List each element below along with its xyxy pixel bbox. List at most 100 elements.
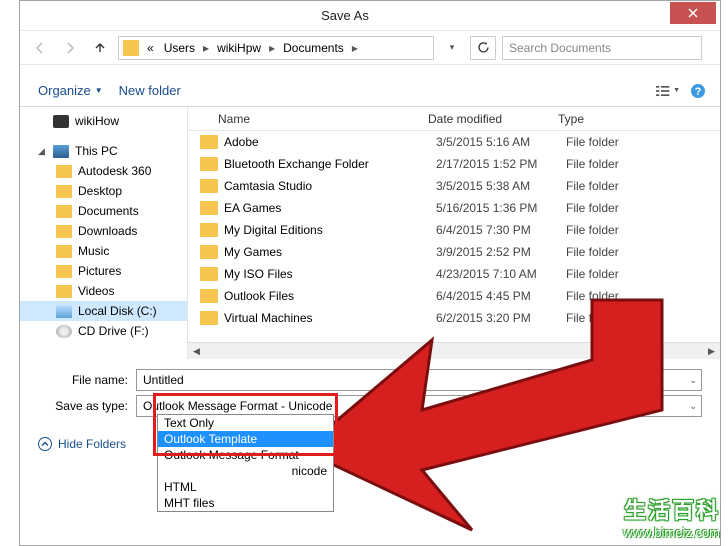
file-pane: Name Date modified Type Adobe3/5/2015 5:…: [188, 107, 720, 359]
form-area: File name: Untitled⌄ Save as type: Outlo…: [20, 359, 720, 427]
folder-icon: [56, 265, 72, 278]
column-date[interactable]: Date modified: [428, 112, 558, 126]
dropdown-option-obscured[interactable]: nicode: [158, 463, 333, 479]
watermark: 生活百科 www.bimeiz.com: [623, 493, 720, 540]
column-headers: Name Date modified Type: [188, 107, 720, 131]
file-row[interactable]: My Games3/9/2015 2:52 PMFile folder: [188, 241, 720, 263]
dropdown-option[interactable]: HTML: [158, 479, 333, 495]
filename-input[interactable]: Untitled⌄: [136, 369, 702, 391]
file-row[interactable]: Outlook Files6/4/2015 4:45 PMFile folder: [188, 285, 720, 307]
file-row[interactable]: Bluetooth Exchange Folder2/17/2015 1:52 …: [188, 153, 720, 175]
sidebar-item-documents[interactable]: Documents: [20, 201, 187, 221]
breadcrumb-item[interactable]: Users: [160, 41, 199, 55]
sidebar-item-cd-drive[interactable]: CD Drive (F:): [20, 321, 187, 341]
watermark-url: www.bimeiz.com: [623, 525, 720, 540]
folder-icon: [56, 225, 72, 238]
nav-bar: « Users ▸ wikiHpw ▸ Documents ▸ ▾ Search…: [20, 31, 720, 65]
breadcrumb-item[interactable]: wikiHpw: [213, 41, 265, 55]
window-title: Save As: [20, 8, 670, 23]
drive-icon: [56, 305, 72, 318]
file-row[interactable]: Camtasia Studio3/5/2015 5:38 AMFile fold…: [188, 175, 720, 197]
chevron-right-icon: ▸: [201, 41, 211, 55]
sidebar-item-local-disk[interactable]: Local Disk (C:): [20, 301, 187, 321]
sidebar-item-autodesk[interactable]: Autodesk 360: [20, 161, 187, 181]
folder-icon: [200, 135, 218, 149]
horizontal-scrollbar[interactable]: ◀ ▶: [188, 342, 720, 359]
sidebar-item-pictures[interactable]: Pictures: [20, 261, 187, 281]
file-row[interactable]: My Digital Editions6/4/2015 7:30 PMFile …: [188, 219, 720, 241]
person-icon: [53, 115, 69, 128]
expand-icon: ◢: [38, 146, 47, 157]
column-type[interactable]: Type: [558, 112, 720, 126]
filename-row: File name: Untitled⌄: [38, 369, 702, 391]
folder-icon: [56, 285, 72, 298]
svg-text:?: ?: [695, 86, 702, 98]
folder-icon: [200, 311, 218, 325]
chevron-down-icon: ⌄: [689, 401, 697, 412]
search-input[interactable]: Search Documents: [502, 36, 702, 60]
save-as-dialog: Save As « Users ▸ wikiHpw ▸ Documents ▸ …: [19, 0, 721, 546]
help-icon: ?: [690, 83, 706, 99]
back-button[interactable]: [28, 36, 52, 60]
filetype-row: Save as type: Outlook Message Format - U…: [38, 395, 702, 417]
hide-folders-button[interactable]: Hide Folders: [38, 437, 126, 451]
pc-icon: [53, 145, 69, 158]
scroll-right-icon[interactable]: ▶: [703, 343, 720, 360]
sidebar-item-videos[interactable]: Videos: [20, 281, 187, 301]
breadcrumb-lead: «: [143, 41, 158, 55]
folder-icon: [200, 157, 218, 171]
chevron-right-icon: ▸: [267, 41, 277, 55]
file-row[interactable]: Virtual Machines6/2/2015 3:20 PMFile fol…: [188, 307, 720, 329]
sidebar: wikiHow ◢This PC Autodesk 360 Desktop Do…: [20, 107, 188, 359]
scroll-left-icon[interactable]: ◀: [188, 343, 205, 360]
watermark-text: 生活百科: [623, 493, 720, 525]
folder-icon: [56, 205, 72, 218]
chevron-right-icon: ▸: [350, 41, 360, 55]
up-button[interactable]: [88, 36, 112, 60]
breadcrumb[interactable]: « Users ▸ wikiHpw ▸ Documents ▸: [118, 36, 434, 60]
sidebar-item-wikihow[interactable]: wikiHow: [20, 111, 187, 131]
dropdown-option-selected[interactable]: Outlook Template: [158, 431, 333, 447]
forward-button[interactable]: [58, 36, 82, 60]
refresh-button[interactable]: [470, 36, 496, 60]
folder-icon: [123, 40, 139, 56]
new-folder-button[interactable]: New folder: [111, 79, 189, 102]
folder-icon: [200, 245, 218, 259]
footer: Hide Folders: [20, 427, 720, 461]
view-options-button[interactable]: ▼: [656, 79, 680, 103]
arrow-up-icon: [93, 41, 107, 55]
chevron-down-icon: ▼: [95, 86, 103, 95]
titlebar: Save As: [20, 1, 720, 31]
close-button[interactable]: [670, 2, 716, 24]
breadcrumb-item[interactable]: Documents: [279, 41, 348, 55]
file-row[interactable]: Adobe3/5/2015 5:16 AMFile folder: [188, 131, 720, 153]
close-icon: [688, 8, 698, 18]
folder-icon: [56, 185, 72, 198]
file-row[interactable]: My ISO Files4/23/2015 7:10 AMFile folder: [188, 263, 720, 285]
toolbar: Organize▼ New folder ▼ ?: [20, 75, 720, 107]
organize-button[interactable]: Organize▼: [30, 79, 111, 102]
cd-icon: [56, 325, 72, 338]
folder-icon: [200, 289, 218, 303]
help-button[interactable]: ?: [686, 79, 710, 103]
folder-icon: [56, 245, 72, 258]
chevron-down-icon: ⌄: [689, 375, 697, 386]
folder-icon: [200, 267, 218, 281]
sidebar-item-this-pc[interactable]: ◢This PC: [20, 141, 187, 161]
filetype-dropdown[interactable]: Text Only Outlook Template Outlook Messa…: [157, 414, 334, 512]
file-list: Adobe3/5/2015 5:16 AMFile folder Bluetoo…: [188, 131, 720, 342]
dropdown-option[interactable]: Text Only: [158, 415, 333, 431]
filename-label: File name:: [38, 373, 136, 387]
dropdown-option[interactable]: Outlook Message Format: [158, 447, 333, 463]
arrow-right-icon: [63, 41, 77, 55]
refresh-icon: [477, 41, 490, 54]
dropdown-option[interactable]: MHT files: [158, 495, 333, 511]
column-name[interactable]: Name: [188, 112, 428, 126]
file-row[interactable]: EA Games5/16/2015 1:36 PMFile folder: [188, 197, 720, 219]
sidebar-item-desktop[interactable]: Desktop: [20, 181, 187, 201]
sidebar-item-downloads[interactable]: Downloads: [20, 221, 187, 241]
filetype-label: Save as type:: [38, 399, 136, 413]
breadcrumb-dropdown[interactable]: ▾: [440, 36, 464, 60]
folder-icon: [200, 179, 218, 193]
sidebar-item-music[interactable]: Music: [20, 241, 187, 261]
